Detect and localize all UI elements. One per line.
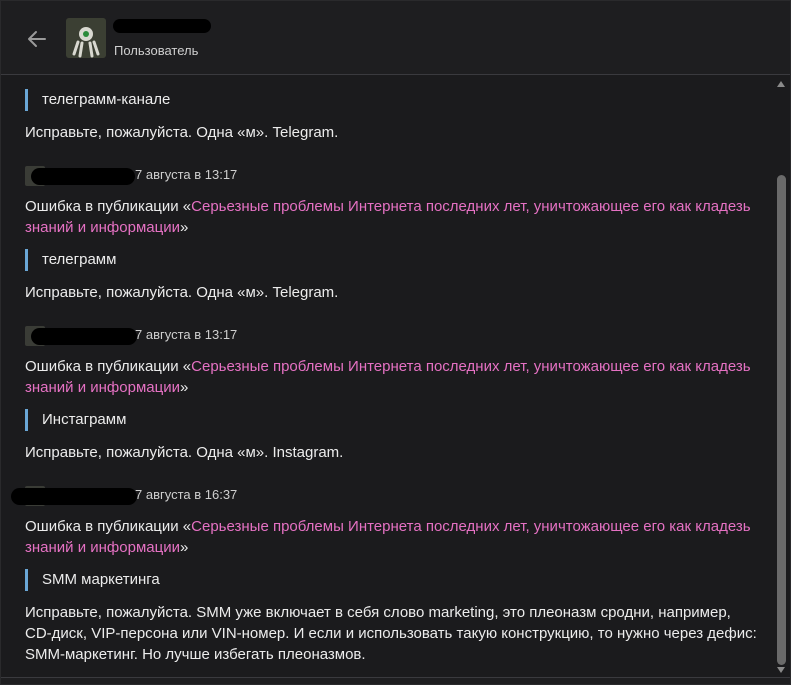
quoted-fragment: SMM маркетинга bbox=[25, 569, 160, 591]
message-meta: 7 августа в 13:17 bbox=[25, 164, 325, 186]
scrollbar[interactable] bbox=[775, 75, 788, 679]
message-date: 7 августа в 16:37 bbox=[135, 487, 238, 502]
scroll-down-arrow-icon[interactable] bbox=[777, 667, 785, 673]
redacted-username bbox=[31, 328, 137, 345]
message-text: Исправьте, пожалуйста. Одна «м». Instagr… bbox=[25, 444, 344, 461]
report-prefix: Ошибка в публикации « bbox=[25, 358, 192, 375]
report-prefix: Ошибка в публикации « bbox=[25, 198, 192, 215]
bottom-divider bbox=[1, 677, 790, 684]
redacted-username bbox=[11, 488, 137, 505]
message-meta: 7 августа в 13:17 bbox=[25, 324, 325, 346]
message-date: 7 августа в 13:17 bbox=[135, 327, 238, 342]
chat-header: Пользователь bbox=[1, 1, 790, 75]
error-report: Ошибка в публикации «Серьезные проблемы … bbox=[25, 516, 755, 558]
scrollbar-thumb[interactable] bbox=[777, 175, 786, 665]
user-role: Пользователь bbox=[114, 43, 199, 58]
report-prefix: Ошибка в публикации « bbox=[25, 518, 192, 535]
quoted-fragment: телеграмм bbox=[25, 249, 116, 271]
error-report: Ошибка в публикации «Серьезные проблемы … bbox=[25, 196, 755, 238]
quoted-fragment: телеграмм-канале bbox=[25, 89, 170, 111]
message-meta: 7 августа в 16:37 bbox=[11, 484, 325, 506]
report-suffix: » bbox=[179, 219, 189, 236]
message-text: Исправьте, пожалуйста. Одна «м». Telegra… bbox=[25, 284, 339, 301]
scroll-up-arrow-icon[interactable] bbox=[777, 81, 785, 87]
message-text: Исправьте, пожалуйста. Одна «м». Telegra… bbox=[25, 124, 339, 141]
avatar[interactable] bbox=[66, 18, 106, 58]
message-date: 7 августа в 13:17 bbox=[135, 167, 238, 182]
redacted-username bbox=[31, 168, 135, 185]
message-feed: телеграмм-канале Исправьте, пожалуйста. … bbox=[1, 75, 775, 679]
report-suffix: » bbox=[179, 379, 189, 396]
message-text: Исправьте, пожалуйста. SMM уже включает … bbox=[25, 604, 757, 663]
arrow-left-icon[interactable] bbox=[25, 27, 49, 51]
redacted-username bbox=[113, 19, 211, 33]
error-report: Ошибка в публикации «Серьезные проблемы … bbox=[25, 356, 755, 398]
report-suffix: » bbox=[179, 539, 189, 556]
quoted-fragment: Инстаграмм bbox=[25, 409, 126, 431]
chat-window: Пользователь телеграмм-канале Исправьте,… bbox=[0, 0, 791, 685]
avatar-image bbox=[66, 18, 106, 58]
